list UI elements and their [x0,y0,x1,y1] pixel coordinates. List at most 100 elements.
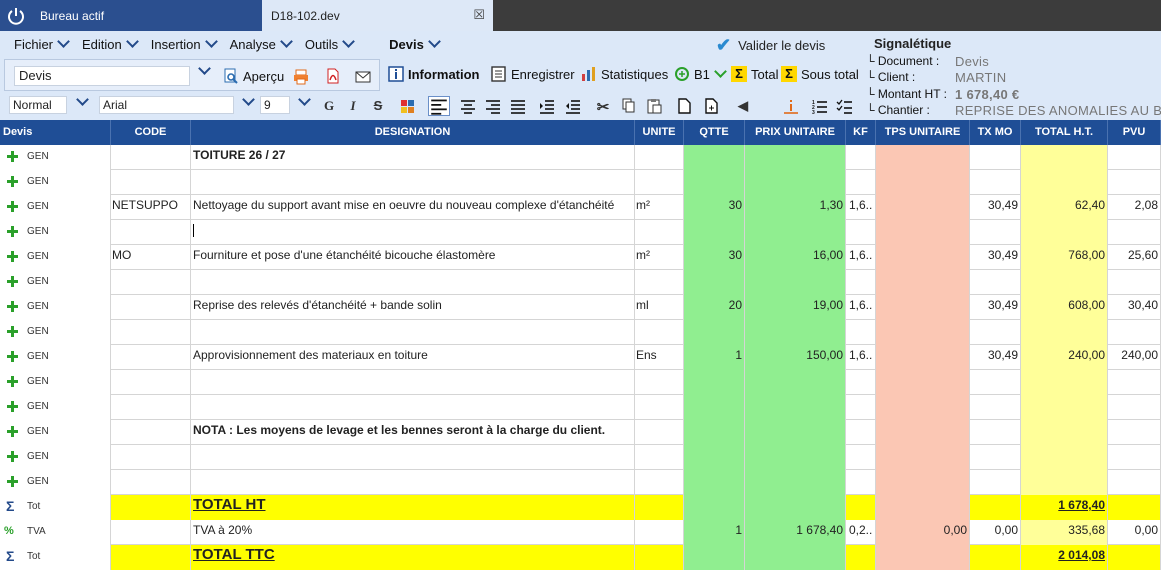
col-qtte[interactable]: QTTE [684,120,745,145]
plus-icon[interactable] [7,226,18,237]
cell-desig[interactable]: TOTAL TTC [191,545,635,570]
cell-pvu[interactable] [1108,445,1161,470]
cell-desig[interactable] [191,370,635,395]
cell-txmo[interactable] [970,320,1021,345]
cell-total[interactable] [1021,320,1108,345]
cell-kf[interactable] [846,170,876,195]
sigma-icon[interactable]: Σ [6,548,14,564]
plus-icon[interactable] [7,401,18,412]
cell-total[interactable] [1021,420,1108,445]
cell-code[interactable] [111,320,191,345]
cell-pvu[interactable]: 240,00 [1108,345,1161,370]
cell-unite[interactable] [635,220,684,245]
cell-txmo[interactable]: 30,49 [970,295,1021,320]
align-center-icon[interactable] [459,98,477,114]
cell-desig[interactable] [191,445,635,470]
cell-txmo[interactable] [970,170,1021,195]
row-type-cell[interactable]: % TVA [0,520,111,545]
close-icon[interactable]: ☒ [473,7,485,23]
cell-code[interactable] [111,445,191,470]
align-left-icon[interactable] [428,96,450,116]
cell-unite[interactable]: Ens [635,345,684,370]
row-type-cell[interactable]: GEN [0,270,111,295]
cell-pu[interactable] [745,170,846,195]
cell-unite[interactable] [635,370,684,395]
cell-qtte[interactable] [684,220,745,245]
plus-icon[interactable] [7,451,18,462]
cell-txmo[interactable]: 30,49 [970,245,1021,270]
cell-qtte[interactable] [684,420,745,445]
cut-icon[interactable]: ✂ [594,98,612,116]
style-select[interactable]: Normal [9,96,67,114]
table-row[interactable]: GEN NETSUPPO Nettoyage du support avant mi… [0,195,1161,220]
cell-txmo[interactable] [970,545,1021,570]
cell-pu[interactable] [745,220,846,245]
cell-pu[interactable] [745,270,846,295]
sigma-icon[interactable]: Σ [6,498,14,514]
strike-icon[interactable]: S [369,98,387,114]
cell-total[interactable]: 768,00 [1021,245,1108,270]
apercu-button[interactable]: Aperçu [223,68,284,84]
chevron-down-icon[interactable] [242,93,255,106]
cell-qtte[interactable]: 30 [684,195,745,220]
cell-desig[interactable]: Fourniture et pose d'une étanchéité bico… [191,245,635,270]
row-type-cell[interactable]: GEN [0,320,111,345]
table-row[interactable]: Σ Tot TOTAL HT 1 678,40 [0,495,1161,520]
cell-unite[interactable] [635,545,684,570]
enregistrer-button[interactable]: Enregistrer [491,66,575,82]
cell-pvu[interactable]: 30,40 [1108,295,1161,320]
cell-txmo[interactable] [970,270,1021,295]
cell-pu[interactable]: 1,30 [745,195,846,220]
chevron-down-icon[interactable] [298,93,311,106]
cell-txmo[interactable]: 0,00 [970,520,1021,545]
plus-icon[interactable] [7,276,18,287]
table-row[interactable]: GEN [0,320,1161,345]
col-code[interactable]: CODE [111,120,191,145]
menu-devis[interactable]: Devis [389,35,441,52]
plus-icon[interactable] [7,201,18,212]
cell-qtte[interactable] [684,145,745,170]
cell-code[interactable] [111,295,191,320]
table-row[interactable]: GEN [0,270,1161,295]
plus-icon[interactable] [7,251,18,262]
cell-tps[interactable]: 0,00 [876,520,970,545]
cell-pu[interactable]: 16,00 [745,245,846,270]
cell-unite[interactable] [635,470,684,495]
sous-total-button[interactable]: Σ Sous total [781,66,859,82]
menu-fichier[interactable]: Fichier [14,35,70,52]
cell-code[interactable] [111,370,191,395]
cell-qtte[interactable] [684,445,745,470]
cell-unite[interactable] [635,420,684,445]
cell-code[interactable] [111,470,191,495]
plus-icon[interactable] [7,301,18,312]
table-row[interactable]: GEN [0,395,1161,420]
cell-code[interactable] [111,420,191,445]
cell-qtte[interactable] [684,495,745,520]
row-type-cell[interactable]: GEN [0,445,111,470]
cell-pvu[interactable]: 25,60 [1108,245,1161,270]
cell-kf[interactable]: 1,6.. [846,295,876,320]
plus-icon[interactable] [7,151,18,162]
cell-total[interactable] [1021,170,1108,195]
cell-pvu[interactable] [1108,270,1161,295]
cell-total[interactable] [1021,145,1108,170]
cell-pvu[interactable] [1108,370,1161,395]
font-size-select[interactable]: 9 [260,96,290,114]
cell-qtte[interactable]: 20 [684,295,745,320]
align-right-icon[interactable] [484,98,502,114]
cell-total[interactable]: 335,68 [1021,520,1108,545]
cell-txmo[interactable] [970,370,1021,395]
cell-txmo[interactable] [970,395,1021,420]
cell-total[interactable] [1021,370,1108,395]
table-row[interactable]: GEN MO Fourniture et pose d'une étanchéité… [0,245,1161,270]
cell-desig[interactable] [191,270,635,295]
col-designation[interactable]: DESIGNATION [191,120,635,145]
justify-icon[interactable] [509,98,527,114]
cell-qtte[interactable]: 1 [684,520,745,545]
valider-devis-button[interactable]: ✔ Valider le devis [716,35,825,56]
document-type-select[interactable]: Devis [14,66,190,86]
row-type-cell[interactable]: GEN [0,295,111,320]
cell-tps[interactable] [876,545,970,570]
cell-unite[interactable] [635,445,684,470]
cell-desig[interactable]: TOTAL HT [191,495,635,520]
